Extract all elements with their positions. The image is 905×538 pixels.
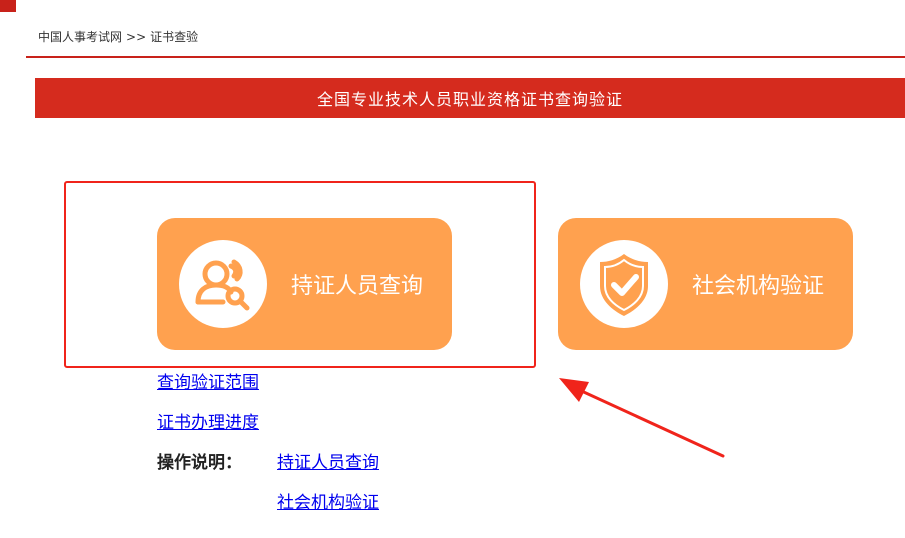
cert-progress-link[interactable]: 证书办理进度 <box>157 408 259 433</box>
annotation-highlight-box <box>64 181 536 368</box>
shield-check-icon <box>580 240 668 328</box>
verify-scope-link[interactable]: 查询验证范围 <box>157 368 259 393</box>
breadcrumb: 中国人事考试网 >> 证书查验 <box>38 28 198 45</box>
breadcrumb-current: 证书查验 <box>150 30 199 44</box>
breadcrumb-separator: >> <box>126 30 147 44</box>
header-divider <box>26 56 905 58</box>
page-banner: 全国专业技术人员职业资格证书查询验证 <box>35 78 905 118</box>
org-verify-card[interactable]: 社会机构验证 <box>558 218 853 350</box>
instructions-label: 操作说明： <box>157 453 242 473</box>
corner-mark <box>0 0 16 12</box>
annotation-arrow <box>559 378 725 458</box>
breadcrumb-home-link[interactable]: 中国人事考试网 <box>38 30 122 44</box>
holder-query-guide-link[interactable]: 持证人员查询 <box>277 448 379 473</box>
page-title: 全国专业技术人员职业资格证书查询验证 <box>316 90 623 109</box>
org-verify-label: 社会机构验证 <box>692 274 825 299</box>
org-verify-guide-link[interactable]: 社会机构验证 <box>277 488 379 513</box>
